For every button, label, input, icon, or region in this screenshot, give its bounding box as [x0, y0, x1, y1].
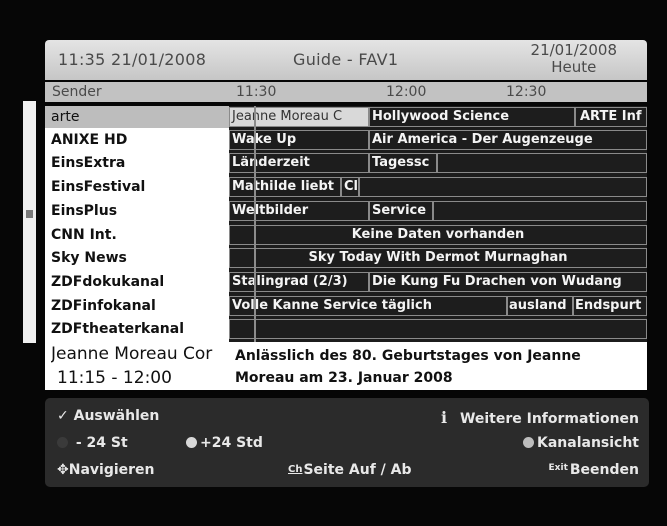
time-label-1230: 12:30: [506, 84, 547, 100]
sender-column-label: Sender: [52, 84, 102, 100]
page-hint[interactable]: ChSeite Auf / Ab: [288, 462, 412, 478]
guide-date: 21/01/2008 Heute: [531, 42, 617, 76]
channel-view-hint[interactable]: Kanalansicht: [522, 435, 639, 451]
program-cell[interactable]: [359, 177, 647, 197]
channel-scrollbar[interactable]: [23, 101, 36, 343]
program-grid: Jeanne Moreau C Hollywood Science ARTE I…: [229, 106, 647, 342]
guide-title: Guide - FAV1: [293, 50, 399, 69]
select-label: Auswählen: [73, 408, 160, 424]
channel-row-einsplus[interactable]: EinsPlus: [45, 200, 229, 222]
yellow-button-icon: [522, 437, 534, 448]
channel-list: arte ANIXE HD EinsExtra EinsFestival Ein…: [45, 106, 229, 342]
minus-24h-label: - 24 St: [75, 435, 128, 451]
exit-label: Beenden: [569, 462, 639, 478]
channel-row-einsextra[interactable]: EinsExtra: [45, 152, 229, 174]
checkmark-icon: ✓: [57, 408, 69, 424]
guide-header: 11:35 21/01/2008 Guide - FAV1 21/01/2008…: [45, 40, 647, 80]
program-cell[interactable]: Länderzeit: [229, 153, 369, 173]
program-cell[interactable]: Air America - Der Augenzeuge: [369, 130, 647, 150]
page-label: Seite Auf / Ab: [303, 462, 412, 478]
channel-row-arte[interactable]: arte: [45, 106, 229, 128]
minus-24h-hint[interactable]: - 24 St: [57, 435, 128, 451]
program-cell[interactable]: ausland: [507, 296, 573, 316]
day-label: Heute: [551, 58, 597, 76]
channel-up-down-icon: Ch: [288, 464, 303, 475]
program-cell[interactable]: Cl: [341, 177, 359, 197]
program-cell[interactable]: Weltbilder: [229, 201, 369, 221]
time-label-1200: 12:00: [386, 84, 427, 100]
program-cell[interactable]: [437, 153, 647, 173]
program-cell[interactable]: Stalingrad (2/3): [229, 272, 369, 292]
channel-row-cnn[interactable]: CNN Int.: [45, 224, 229, 246]
tv-screen: 11:35 21/01/2008 Guide - FAV1 21/01/2008…: [0, 0, 667, 526]
navigation-cross-icon: ✥: [57, 462, 69, 478]
program-cell[interactable]: Jeanne Moreau C: [229, 107, 369, 127]
date-label: 21/01/2008: [530, 41, 617, 59]
program-cell[interactable]: [229, 319, 647, 339]
program-info-panel: Jeanne Moreau Cor 11:15 - 12:00 Anlässli…: [45, 342, 647, 390]
program-cell[interactable]: Endspurt: [573, 296, 647, 316]
program-cell[interactable]: Hollywood Science: [369, 107, 575, 127]
more-info-label: Weitere Informationen: [459, 411, 639, 427]
plus-24h-hint[interactable]: +24 Std: [186, 435, 263, 451]
program-cell[interactable]: Tagessc: [369, 153, 437, 173]
navigate-label: Navigieren: [68, 462, 155, 478]
time-label-1130: 11:30: [236, 84, 277, 100]
program-cell[interactable]: Mathilde liebt: [229, 177, 341, 197]
navigate-hint[interactable]: ✥Navigieren: [57, 462, 155, 478]
current-time-marker: [254, 106, 256, 342]
info-icon: i: [440, 408, 448, 427]
channel-row-zdfinfokanal[interactable]: ZDFinfokanal: [45, 295, 229, 317]
description-line-2: Moreau am 23. Januar 2008: [235, 370, 453, 386]
red-button-icon: [57, 437, 68, 448]
green-button-icon: [186, 437, 197, 448]
channel-row-einsfestival[interactable]: EinsFestival: [45, 176, 229, 198]
program-cell[interactable]: Die Kung Fu Drachen von Wudang: [369, 272, 647, 292]
channel-row-zdfdokukanal[interactable]: ZDFdokukanal: [45, 271, 229, 293]
program-time: 11:15 - 12:00: [57, 368, 172, 388]
exit-hint[interactable]: Exit Beenden: [549, 462, 639, 478]
channel-row-sky-news[interactable]: Sky News: [45, 247, 229, 269]
timeline-header: Sender 11:30 12:00 12:30: [45, 82, 647, 102]
current-datetime: 11:35 21/01/2008: [58, 50, 207, 69]
scrollbar-thumb[interactable]: [26, 210, 33, 218]
channel-view-label: Kanalansicht: [536, 435, 639, 451]
program-cell[interactable]: Service: [369, 201, 433, 221]
program-cell[interactable]: [433, 201, 647, 221]
program-title: Jeanne Moreau Cor: [51, 344, 213, 364]
plus-24h-label: +24 Std: [200, 435, 263, 451]
program-cell[interactable]: ARTE Inf: [575, 107, 647, 127]
program-cell[interactable]: Wake Up: [229, 130, 369, 150]
program-cell[interactable]: Volle Kanne Service täglich: [229, 296, 507, 316]
select-hint[interactable]: ✓ Auswählen: [57, 408, 159, 424]
channel-row-anixe-hd[interactable]: ANIXE HD: [45, 129, 229, 151]
exit-key-icon: Exit: [548, 463, 568, 473]
program-cell[interactable]: Keine Daten vorhanden: [229, 225, 647, 245]
program-cell[interactable]: Sky Today With Dermot Murnaghan: [229, 248, 647, 268]
more-info-hint[interactable]: i Weitere Informationen: [441, 408, 639, 427]
key-help-bar: ✓ Auswählen i Weitere Informationen - 24…: [45, 398, 649, 487]
description-line-1: Anlässlich des 80. Geburtstages von Jean…: [235, 348, 581, 364]
program-description: Anlässlich des 80. Geburtstages von Jean…: [235, 345, 640, 389]
channel-row-zdftheaterkanal[interactable]: ZDFtheaterkanal: [45, 318, 229, 340]
